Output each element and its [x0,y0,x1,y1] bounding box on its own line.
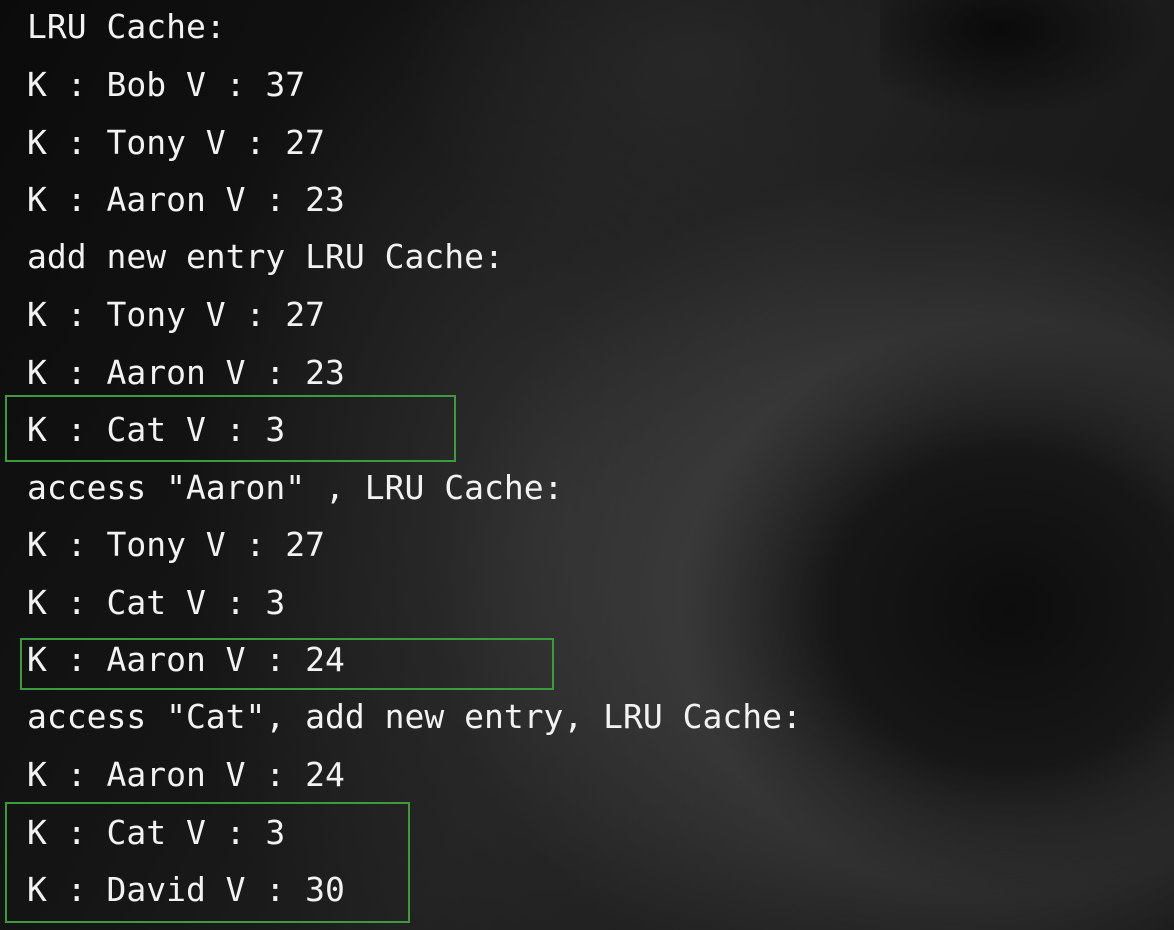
console-line: access "Aaron" , LRU Cache: [27,468,564,507]
console-line: K : Bob V : 37 [27,65,306,104]
console-line: K : Tony V : 27 [27,295,326,334]
highlight-box-new-entry [5,395,456,462]
console-line: K : Aaron V : 23 [27,180,345,219]
console-line: K : Cat V : 3 [27,583,286,622]
console-output: LRU Cache: K : Bob V : 37 K : Tony V : 2… [0,0,1174,930]
highlight-box-recent-entries [5,802,410,923]
console-line: access "Cat", add new entry, LRU Cache: [27,697,802,736]
console-line: K : Tony V : 27 [27,525,326,564]
console-line: add new entry LRU Cache: [27,237,504,276]
console-line: K : Tony V : 27 [27,123,326,162]
highlight-box-accessed-entry [20,638,554,690]
console-line: K : Aaron V : 23 [27,353,345,392]
console-line: K : Aaron V : 24 [27,755,345,794]
console-line: LRU Cache: [27,7,226,46]
